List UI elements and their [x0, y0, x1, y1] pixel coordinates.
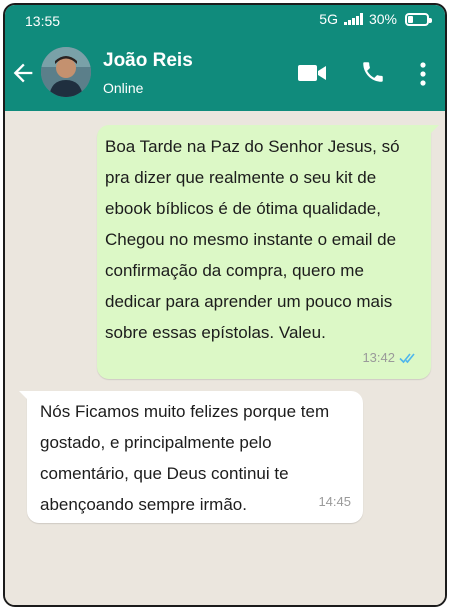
contact-status: Online — [103, 80, 144, 96]
chat-header: João Reis Online — [5, 35, 445, 111]
signal-icon — [343, 13, 363, 25]
more-vertical-icon[interactable] — [417, 61, 429, 87]
avatar[interactable] — [41, 47, 91, 97]
battery-percent: 30% — [368, 11, 397, 27]
message-meta: 13:42 — [362, 342, 419, 373]
phone-frame: 13:55 5G 30% João Reis Online Boa Tarde … — [3, 3, 447, 607]
outgoing-message[interactable]: Boa Tarde na Paz do Senhor Jesus, só pra… — [97, 125, 439, 379]
message-text: Nós Ficamos muito felizes porque tem gos… — [40, 402, 330, 514]
phone-icon[interactable] — [360, 59, 386, 85]
chat-area[interactable]: Boa Tarde na Paz do Senhor Jesus, só pra… — [5, 111, 445, 605]
battery-fill — [408, 15, 413, 23]
incoming-message[interactable]: Nós Ficamos muito felizes porque tem gos… — [19, 391, 363, 523]
message-time: 14:45 — [318, 494, 351, 509]
arrow-left-icon[interactable] — [9, 59, 37, 87]
battery-icon — [405, 12, 432, 26]
status-bar: 13:55 5G 30% — [5, 5, 445, 35]
video-camera-icon[interactable] — [297, 62, 327, 84]
message-text: Boa Tarde na Paz do Senhor Jesus, só pra… — [105, 137, 400, 342]
avatar-photo — [41, 47, 91, 97]
message-time: 13:42 — [362, 350, 395, 365]
status-indicators: 5G 30% — [319, 11, 432, 27]
contact-name[interactable]: João Reis — [103, 50, 193, 72]
message-meta: 14:45 — [318, 486, 351, 517]
network-type: 5G — [319, 11, 338, 27]
status-time: 13:55 — [25, 13, 61, 29]
double-check-icon — [399, 352, 415, 363]
